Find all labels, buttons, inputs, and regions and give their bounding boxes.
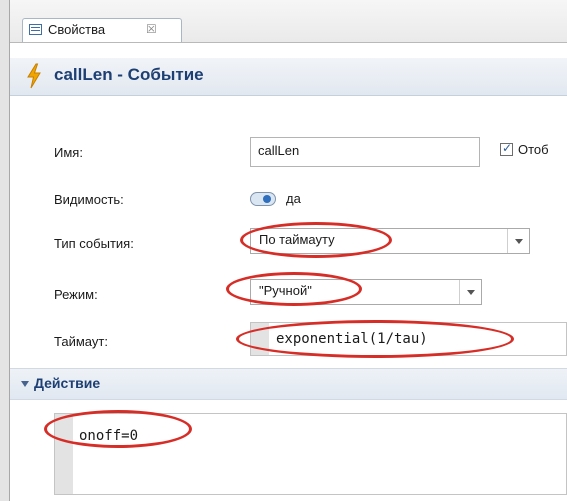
show-name-checkbox-label: Отоб (518, 142, 549, 157)
properties-tab-bar: Свойства ☒ (10, 0, 567, 43)
close-icon[interactable]: ☒ (146, 22, 157, 36)
name-input[interactable]: callLen (250, 137, 480, 167)
lightning-bolt-icon (27, 63, 41, 89)
code-gutter (251, 323, 269, 355)
left-window-border (0, 0, 9, 501)
visibility-label: Видимость: (54, 192, 124, 207)
tab-properties-label: Свойства (48, 22, 106, 37)
timeout-label: Таймаут: (54, 334, 108, 349)
event-type-label: Тип события: (54, 236, 134, 251)
toggle-knob (263, 195, 271, 203)
mode-value: "Ручной" (259, 283, 312, 298)
visibility-toggle[interactable] (250, 192, 276, 206)
code-gutter (55, 414, 73, 494)
chevron-down-icon[interactable] (459, 280, 481, 304)
timeout-code-field[interactable]: exponential(1/tau) (250, 322, 567, 356)
action-code-text: onoff=0 (79, 428, 139, 444)
timeout-code-text: exponential(1/tau) (276, 331, 428, 347)
action-section-header[interactable]: Действие (10, 368, 567, 400)
properties-header: callLen - Событие (10, 58, 567, 96)
event-type-select[interactable]: По таймауту (250, 228, 530, 254)
expand-arrow-icon[interactable] (21, 381, 29, 387)
action-section-title: Действие (34, 375, 101, 391)
page-title: callLen - Событие (54, 65, 204, 84)
show-name-checkbox[interactable] (500, 141, 513, 156)
event-type-value: По таймауту (259, 232, 335, 247)
action-code-editor[interactable]: onoff=0 (54, 413, 567, 495)
chevron-down-icon[interactable] (507, 229, 529, 253)
visibility-value: да (286, 191, 301, 206)
mode-label: Режим: (54, 287, 98, 302)
tab-properties[interactable]: Свойства ☒ (22, 18, 182, 42)
mode-select[interactable]: "Ручной" (250, 279, 482, 305)
properties-icon (29, 24, 42, 35)
name-label: Имя: (54, 145, 83, 160)
